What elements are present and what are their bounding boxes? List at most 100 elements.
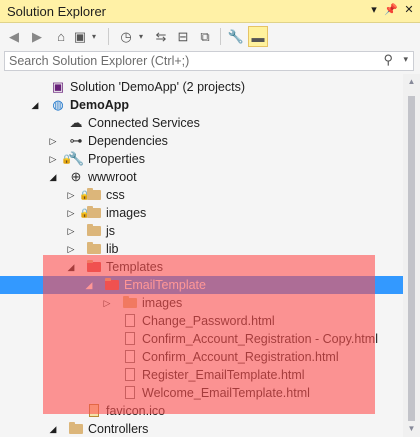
collapse-arrow-icon[interactable]: ◢ (66, 259, 76, 275)
dependencies-icon: ⊶ (69, 133, 83, 148)
properties-wrench-icon[interactable]: 🔧 (227, 26, 245, 47)
tree-item[interactable]: ▷ images (0, 294, 403, 312)
search-options-dropdown-icon[interactable]: ▾ (403, 54, 408, 65)
search-box[interactable]: ⚲ ▾ (4, 51, 414, 71)
html-file-icon (122, 385, 138, 401)
tree-item-label: Solution 'DemoApp' (2 projects) (70, 80, 245, 94)
tree-item[interactable]: ◢ EmailTemplate (0, 276, 403, 294)
window-position-dropdown-icon[interactable]: ▾ (366, 2, 382, 18)
web-project-icon: ◍ (52, 97, 64, 112)
folder-icon (86, 259, 102, 275)
forward-icon[interactable]: ▶ (28, 26, 46, 47)
html-file-icon (122, 349, 138, 365)
tree-item-label: Dependencies (88, 134, 168, 148)
cloud-icon: ☁ (69, 115, 83, 130)
scrollbar-thumb[interactable] (408, 96, 415, 421)
tree-item-label: Properties (88, 152, 145, 166)
tree-item-label: Connected Services (88, 116, 200, 130)
tree-item[interactable]: ▷ 🔒 images (0, 204, 403, 222)
folder-icon (86, 241, 102, 257)
html-file-icon (122, 331, 138, 347)
collapse-arrow-icon[interactable]: ◢ (48, 421, 58, 437)
tree-item-label: images (142, 296, 183, 310)
ico-file-icon (86, 403, 102, 419)
collapse-arrow-icon[interactable]: ◢ (48, 169, 58, 185)
tree-item[interactable]: ▷ 🔒 css (0, 186, 403, 204)
tree-item[interactable]: ☁ Connected Services (0, 114, 403, 132)
tree-item-label: EmailTemplate (124, 278, 206, 292)
filter-dropdown-icon[interactable]: ▾ (135, 26, 147, 47)
toolbar-separator (220, 28, 221, 45)
window-title: Solution Explorer (7, 4, 106, 19)
tree-item-label: Confirm_Account_Registration - Copy.html (142, 332, 378, 346)
solution-tree: ▣ Solution 'DemoApp' (2 projects) ◢ ◍ DemoAp… (0, 74, 403, 437)
html-file-icon (122, 367, 138, 383)
tree-item[interactable]: ◢ Templates (0, 258, 403, 276)
tree-item[interactable]: Welcome_EmailTemplate.html (0, 384, 403, 402)
tree-item-label: wwwroot (88, 170, 137, 184)
tree-item-label: css (106, 188, 125, 202)
tree-item[interactable]: ▷ js (0, 222, 403, 240)
back-icon[interactable]: ◀ (5, 26, 23, 47)
tree-item[interactable]: ▷ lib (0, 240, 403, 258)
title-bar: Solution Explorer ▾ 📌 ✕ (0, 0, 420, 23)
expand-arrow-icon[interactable]: ▷ (48, 151, 58, 167)
tree-item-label: Change_Password.html (142, 314, 275, 328)
toolbar-separator (108, 28, 109, 45)
expand-arrow-icon[interactable]: ▷ (66, 187, 76, 203)
expand-arrow-icon[interactable]: ▷ (66, 223, 76, 239)
search-input[interactable] (9, 53, 379, 69)
tree-item-label: Confirm_Account_Registration.html (142, 350, 339, 364)
expand-arrow-icon[interactable]: ▷ (66, 241, 76, 257)
close-icon[interactable]: ✕ (401, 2, 417, 18)
home-icon[interactable]: ⌂ (52, 26, 70, 47)
tree-item-label: Controllers (88, 422, 149, 436)
solution-icon: ▣ (51, 79, 65, 94)
tree-item-label: Templates (106, 260, 163, 274)
tree-item[interactable]: ◢ ⊕ wwwroot (0, 168, 403, 186)
switch-views-dropdown-icon[interactable]: ▾ (88, 26, 100, 47)
folder-icon (122, 295, 138, 311)
tree-item[interactable]: Confirm_Account_Registration.html (0, 348, 403, 366)
tree-item[interactable]: Register_EmailTemplate.html (0, 366, 403, 384)
tree-item[interactable]: Confirm_Account_Registration - Copy.html (0, 330, 403, 348)
tree-item-label: favicon.ico (106, 404, 166, 418)
scroll-down-icon[interactable]: ▼ (403, 421, 420, 437)
collapse-all-icon[interactable]: ⊟ (174, 26, 192, 47)
search-icon[interactable]: ⚲ (383, 52, 393, 68)
tree-item-label: DemoApp (70, 98, 130, 112)
folder-icon (86, 187, 102, 203)
tree-item[interactable]: ▷ ⊶ Dependencies (0, 132, 403, 150)
tree-item[interactable]: Change_Password.html (0, 312, 403, 330)
preview-selected-items-icon[interactable]: ▬ (248, 26, 268, 47)
tree-item-label: lib (106, 242, 119, 256)
expand-arrow-icon[interactable]: ▷ (102, 295, 112, 311)
tree-item-label: images (106, 206, 147, 220)
tree-item[interactable]: ▣ Solution 'DemoApp' (2 projects) (0, 78, 403, 96)
switch-views-icon[interactable]: ▣ (72, 26, 88, 47)
tree-item[interactable]: favicon.ico (0, 402, 403, 420)
folder-icon (68, 421, 84, 437)
collapse-arrow-icon[interactable]: ◢ (84, 277, 94, 293)
scroll-up-icon[interactable]: ▲ (403, 74, 420, 90)
tree-item-label: js (106, 224, 116, 238)
tree-item[interactable]: ◢ Controllers (0, 420, 403, 437)
tree-item[interactable]: ◢ ◍ DemoApp (0, 96, 403, 114)
show-all-files-icon[interactable]: ⧉ (196, 26, 214, 47)
pending-changes-filter-icon[interactable]: ◷ (117, 26, 135, 47)
expand-arrow-icon[interactable]: ▷ (66, 205, 76, 221)
wrench-icon: 🔧 (68, 151, 85, 166)
pin-icon[interactable]: 📌 (383, 2, 399, 18)
expand-arrow-icon[interactable]: ▷ (48, 133, 58, 149)
globe-icon: ⊕ (70, 169, 82, 184)
collapse-arrow-icon[interactable]: ◢ (30, 97, 40, 113)
tree-item-label: Register_EmailTemplate.html (142, 368, 305, 382)
tree-item-label: Welcome_EmailTemplate.html (142, 386, 310, 400)
folder-icon (104, 277, 120, 293)
folder-icon (86, 223, 102, 239)
sync-with-active-document-icon[interactable]: ⇆ (152, 26, 170, 47)
tree-item[interactable]: ▷ 🔒 🔧 Properties (0, 150, 403, 168)
toolbar: ◀ ▶ ⌂ ▣ ▾ ◷ ▾ ⇆ ⊟ ⧉ 🔧 ▬ (0, 23, 420, 50)
vertical-scrollbar[interactable]: ▲ ▼ (403, 74, 420, 437)
html-file-icon (122, 313, 138, 329)
